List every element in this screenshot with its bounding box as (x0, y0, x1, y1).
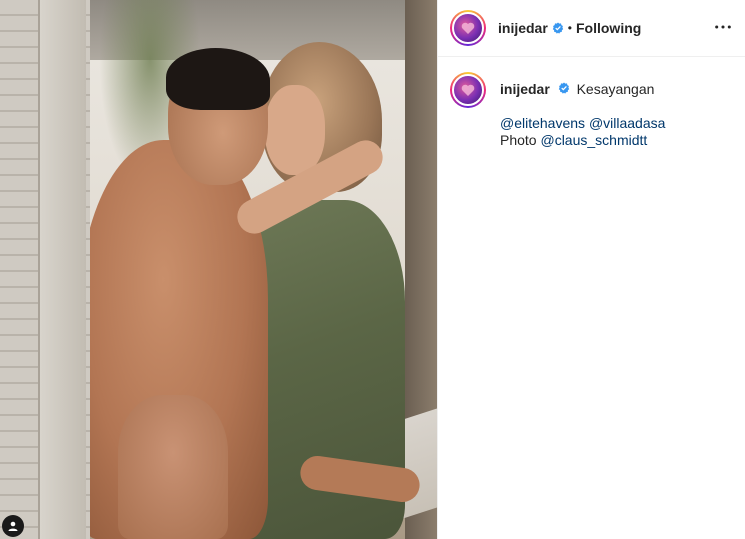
tagged-users-button[interactable] (2, 515, 24, 537)
caption-author-avatar[interactable] (450, 72, 486, 108)
avatar-image (452, 12, 484, 44)
post-photo[interactable] (0, 0, 437, 539)
photo-shutter-frame (38, 0, 86, 539)
user-icon (8, 521, 18, 531)
mention-link[interactable]: @claus_schmidtt (540, 132, 647, 148)
caption-line-photo-credit: Photo @claus_schmidtt (500, 132, 665, 149)
header-separator: • (567, 21, 572, 35)
heart-icon (461, 22, 475, 34)
post-header: inijedar • Following (438, 0, 745, 57)
caption-mentions: @elitehavens @villaadasa Photo @claus_sc… (500, 115, 665, 149)
author-avatar[interactable] (450, 10, 486, 46)
caption-text: Kesayangan (576, 81, 655, 97)
avatar-image (452, 74, 484, 106)
verified-badge-icon (552, 22, 564, 34)
verified-badge-icon (558, 82, 570, 94)
caption-body: inijedar Kesayangan @elitehavens @villaa… (500, 72, 665, 149)
heart-icon (461, 84, 475, 96)
post-side-panel: inijedar • Following inijedar Kesayangan… (437, 0, 745, 539)
photo-woman-face (265, 85, 325, 175)
mention-link[interactable]: @elitehavens (500, 115, 585, 131)
author-username[interactable]: inijedar (498, 20, 548, 36)
caption-line-mentions: @elitehavens @villaadasa (500, 115, 665, 132)
following-button[interactable]: Following (576, 20, 641, 36)
more-horizontal-icon (715, 25, 731, 29)
more-options-button[interactable] (710, 14, 736, 40)
photo-credit-label: Photo (500, 132, 537, 148)
photo-man-hair (166, 48, 270, 110)
photo-leg (118, 395, 228, 539)
caption-first-line: inijedar Kesayangan (500, 81, 665, 98)
mention-link[interactable]: @villaadasa (589, 115, 665, 131)
post-caption: inijedar Kesayangan @elitehavens @villaa… (450, 72, 740, 149)
caption-author-username[interactable]: inijedar (500, 81, 550, 97)
